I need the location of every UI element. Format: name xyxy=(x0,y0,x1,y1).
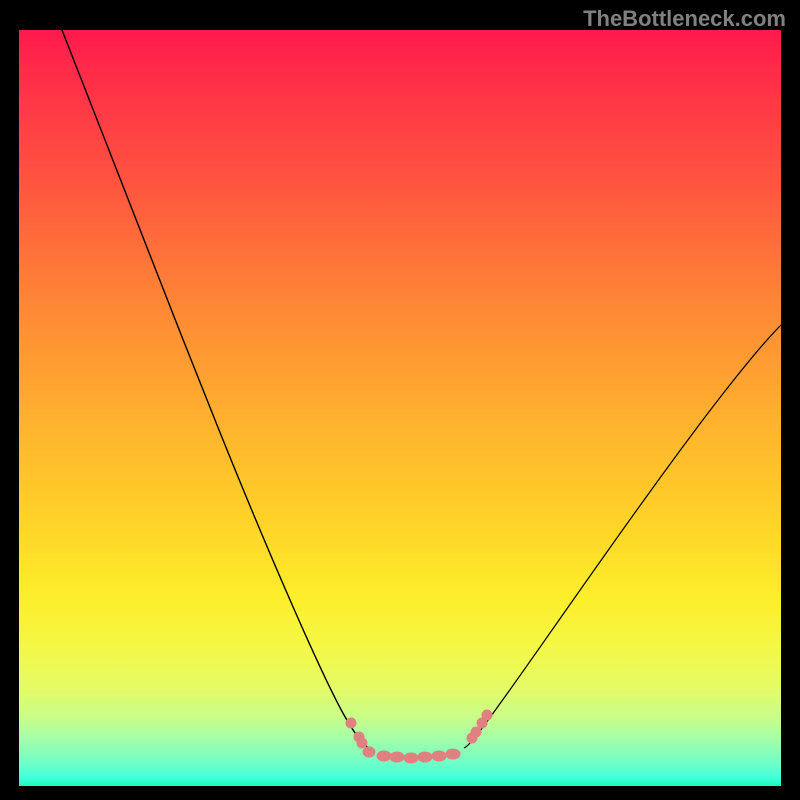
plot-area xyxy=(19,30,781,786)
right-curve xyxy=(464,325,781,748)
watermark-text: TheBottleneck.com xyxy=(583,6,786,32)
curve-overlay xyxy=(19,30,781,786)
bottom-dot-group xyxy=(346,710,492,763)
chart-container: TheBottleneck.com xyxy=(0,0,800,800)
left-curve xyxy=(62,30,369,748)
